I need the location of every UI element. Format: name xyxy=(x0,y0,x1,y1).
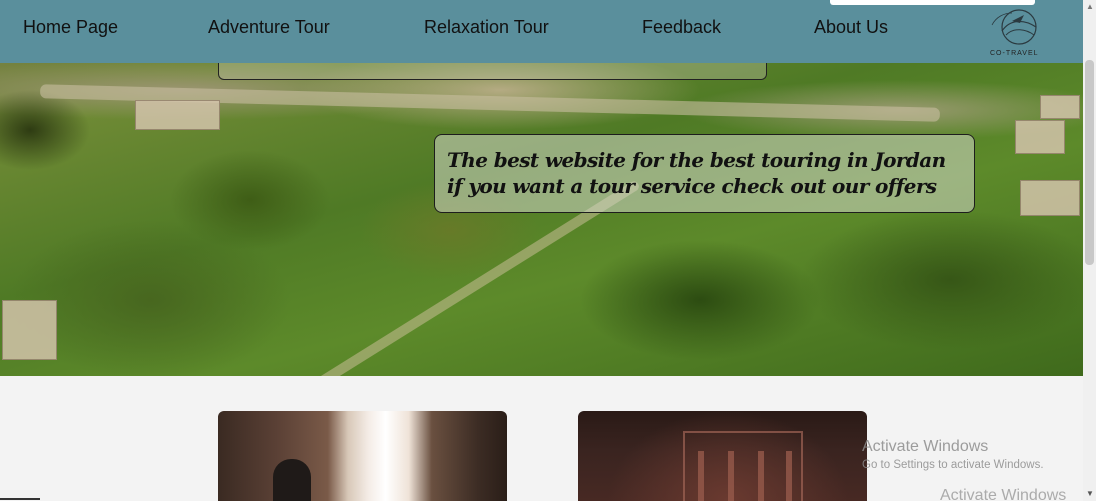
tour-card-siq[interactable] xyxy=(218,411,507,501)
vertical-scrollbar[interactable]: ▲ ▼ xyxy=(1083,0,1096,501)
ruin-building xyxy=(1040,95,1080,119)
hero-caption-text: The best website for the best touring in… xyxy=(447,148,946,198)
tour-card-treasury[interactable] xyxy=(578,411,867,501)
nav-about-us[interactable]: About Us xyxy=(814,17,888,38)
scroll-down-icon[interactable]: ▼ xyxy=(1086,489,1094,498)
activate-windows-subtitle: Go to Settings to activate Windows. xyxy=(862,459,1044,471)
nav-adventure-tour[interactable]: Adventure Tour xyxy=(208,17,330,38)
nav-home-page[interactable]: Home Page xyxy=(23,17,118,38)
hero-caption-box: The best website for the best touring in… xyxy=(434,134,975,213)
treasury-column xyxy=(698,451,704,501)
nav-feedback[interactable]: Feedback xyxy=(642,17,721,38)
ruin-rock xyxy=(2,300,57,360)
scroll-up-icon[interactable]: ▲ xyxy=(1086,2,1094,11)
treasury-column xyxy=(728,451,734,501)
treasury-column xyxy=(786,451,792,501)
nav-relaxation-tour[interactable]: Relaxation Tour xyxy=(424,17,549,38)
navbar: Home Page Adventure Tour Relaxation Tour… xyxy=(0,0,1083,63)
activate-windows-title: Activate Windows xyxy=(862,438,989,455)
ruin-building xyxy=(135,100,220,130)
ruin-building xyxy=(1020,180,1080,216)
scrollbar-thumb[interactable] xyxy=(1085,60,1094,265)
logo-text: CO-TRAVEL xyxy=(990,50,1039,57)
activate-windows-title-repeat: Activate Windows xyxy=(940,487,1067,501)
page: The best website for the best touring in… xyxy=(0,0,1096,501)
bottom-divider xyxy=(0,498,40,500)
treasury-column xyxy=(758,451,764,501)
traveler-silhouette xyxy=(273,459,311,501)
ruin-building xyxy=(1015,120,1065,154)
